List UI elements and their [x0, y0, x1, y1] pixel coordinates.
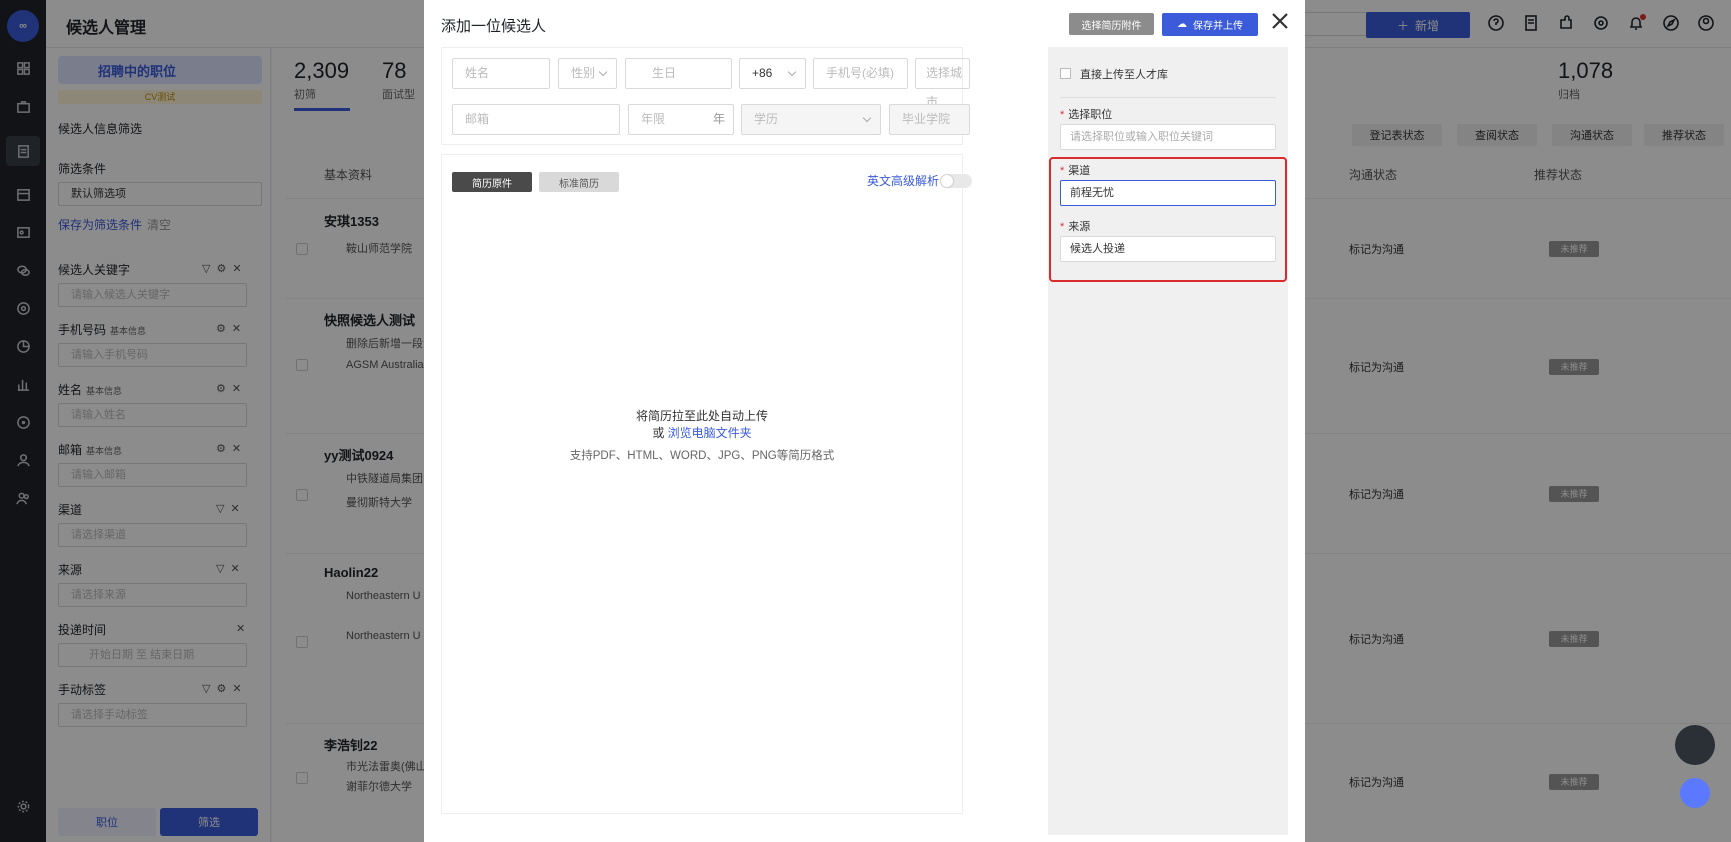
direct-upload-label: 直接上传至人才库 [1080, 69, 1168, 81]
channel-label: * 渠道 [1060, 165, 1091, 177]
country-code-select[interactable]: +86 [739, 58, 806, 89]
cloud-upload-icon: ☁ [1177, 19, 1187, 30]
position-label: * 选择职位 [1060, 109, 1113, 121]
city-select[interactable]: 选择城市 [915, 58, 970, 109]
birthday-picker[interactable]: 生日 [625, 58, 732, 89]
resume-upload-panel[interactable]: 简历原件 标准简历 英文高级解析 [441, 154, 972, 814]
years-input[interactable]: 年限年 [628, 104, 734, 135]
job-position-select[interactable]: 请选择职位或输入职位关键词 [1060, 124, 1276, 150]
save-upload-button[interactable]: ☁ 保存并上传 [1162, 13, 1258, 36]
school-input[interactable]: 毕业学院 [889, 104, 970, 135]
job-assignment-panel: 直接上传至人才库 * 选择职位 请选择职位或输入职位关键词 * 渠道 前程无忧 * 来… [1048, 47, 1288, 835]
upload-instruction: 将简历拉至此处自动上传 [635, 409, 768, 423]
channel-select[interactable]: 前程无忧 [1060, 180, 1276, 206]
save-upload-label: 保存并上传 [1193, 21, 1243, 32]
select-attachment-button[interactable]: 选择简历附件 [1069, 13, 1154, 35]
assistant-button[interactable] [1680, 778, 1710, 808]
source-label: * 来源 [1060, 221, 1091, 233]
upload-format-hint: 支持PDF、HTML、WORD、JPG、PNG等简历格式 [569, 450, 835, 462]
tab-original-resume[interactable]: 简历原件 [452, 172, 532, 192]
advanced-parse-toggle[interactable] [940, 174, 972, 188]
name-input[interactable]: 姓名 [452, 58, 550, 89]
direct-upload-checkbox[interactable] [1060, 68, 1071, 79]
advanced-parse-label: 英文高级解析 [866, 174, 939, 188]
close-icon[interactable] [1270, 11, 1294, 35]
basic-info-form: 姓名 性别 生日 +86 手机号(必填) 选择城市 邮箱 年限年 学历 毕业学院 [441, 47, 970, 145]
education-select[interactable]: 学历 [741, 104, 881, 135]
phone-input[interactable]: 手机号(必填) [813, 58, 908, 89]
modal-title: 添加一位候选人 [441, 18, 547, 35]
source-select[interactable]: 候选人投递 [1060, 236, 1276, 262]
tab-standard-resume[interactable]: 标准简历 [539, 172, 619, 192]
email-input[interactable]: 邮箱 [452, 104, 620, 135]
gender-select[interactable]: 性别 [558, 58, 617, 89]
divider [1060, 97, 1276, 98]
chat-button[interactable] [1675, 725, 1715, 765]
browse-folder-link[interactable]: 浏览电脑文件夹 [668, 426, 752, 440]
upload-browse-line: 或 浏览电脑文件夹 [652, 426, 752, 440]
